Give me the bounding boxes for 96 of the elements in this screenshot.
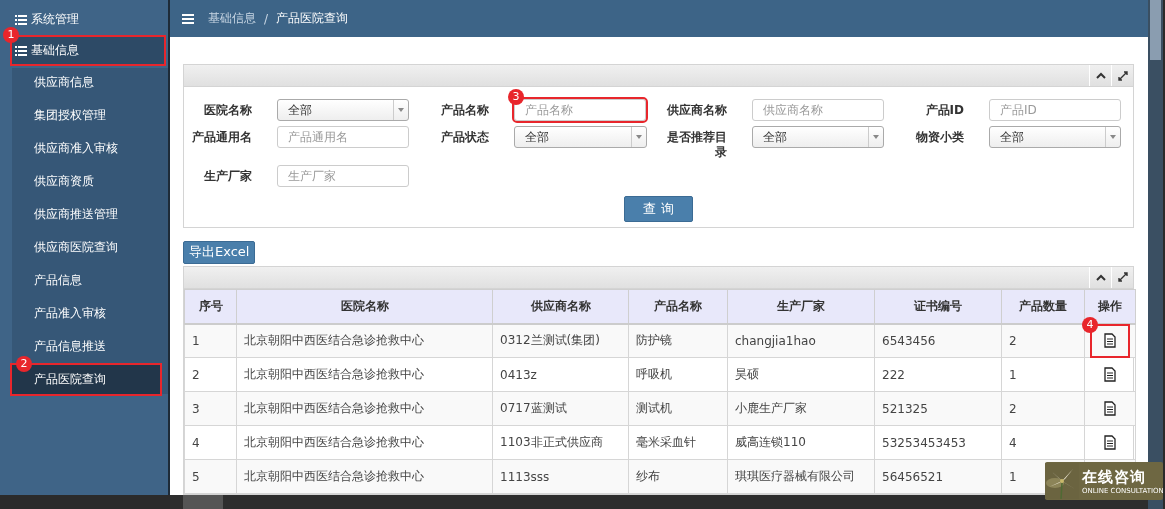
field-label: 产品名称 [440,102,490,118]
input-field[interactable]: 产品名称 [514,99,646,121]
caret-icon [398,108,404,112]
field-label: 生产厂家 [203,168,253,184]
menu-item[interactable]: 供应商准入审核 [12,134,160,163]
table-cell: 昊硕 [727,357,875,392]
table-cell: 0312兰测试(集团) [492,323,629,358]
table-cell: 毫米采血针 [628,425,728,460]
column-header: 序号 [184,289,237,324]
field-label: 产品通用名 [191,129,253,145]
input-field[interactable]: 产品通用名 [277,126,409,148]
table-cell: 威高连锁110 [727,425,875,460]
menu-group-label: 系统管理 [31,11,79,28]
menu-item[interactable]: 产品信息 [12,266,160,295]
table-cell: 琪琪医疗器械有限公司 [727,459,875,494]
document-icon [1104,435,1116,450]
chat-title: 在线咨询 [1082,467,1147,487]
table-cell: 0413z [492,357,629,392]
table-cell: 北京朝阳中西医结合急诊抢救中心 [236,323,493,358]
table-cell: 小鹿生产厂家 [727,391,875,426]
table-cell: 53253453453 [874,425,1002,460]
table-cell: 4 [184,425,237,460]
menu-item[interactable]: 供应商推送管理 [12,200,160,229]
breadcrumb-item[interactable]: 基础信息 [208,10,256,27]
expand-icon [1117,272,1128,282]
column-header: 生产厂家 [727,289,875,324]
select-field[interactable]: 全部 [989,126,1121,148]
breadcrumb-separator: / [264,11,269,26]
column-header: 产品名称 [628,289,728,324]
table-cell: 北京朝阳中西医结合急诊抢救中心 [236,459,493,494]
menu-item[interactable]: 供应商医院查询 [12,233,160,262]
caret-icon [636,135,642,139]
table-cell: 北京朝阳中西医结合急诊抢救中心 [236,391,493,426]
field-label: 产品状态 [440,129,490,145]
chevron-up-icon [1095,273,1106,281]
table-cell: 6543456 [874,323,1002,358]
select-field[interactable]: 全部 [752,126,884,148]
column-header: 证书编号 [874,289,1002,324]
table-cell: 1113sss [492,459,629,494]
callout-badge: 1 [3,27,19,43]
callout-badge: 3 [508,89,524,105]
table-cell: 521325 [874,391,1002,426]
table-cell: 北京朝阳中西医结合急诊抢救中心 [236,425,493,460]
callout-badge: 2 [16,356,32,372]
field-label: 产品ID [924,102,965,118]
document-icon [1104,333,1116,349]
query-button[interactable]: 查 询 [624,196,693,222]
input-field[interactable]: 产品ID [989,99,1121,121]
menu-icon[interactable] [182,13,194,24]
table-cell: 56456521 [874,459,1002,494]
table-cell: 1 [184,323,237,358]
table-cell: 1103非正式供应商 [492,425,629,460]
input-field[interactable]: 供应商名称 [752,99,884,121]
breadcrumb-item: 产品医院查询 [276,10,349,27]
list-icon [15,45,27,56]
export-button[interactable]: 导出Excel [183,241,256,264]
select-field[interactable]: 全部 [277,99,409,121]
chevron-up-icon [1095,72,1106,79]
table-cell: changjia1hao [727,323,875,358]
scrollbar[interactable] [170,495,1148,509]
table-cell: 4 [1001,425,1085,460]
table-cell: 纱布 [628,459,728,494]
menu-item[interactable]: 产品准入审核 [12,299,160,328]
table-cell: 防护镜 [628,323,728,358]
table-cell: 北京朝阳中西医结合急诊抢救中心 [236,357,493,392]
field-label: 是否推荐目录 [666,129,728,160]
table-cell: 测试机 [628,391,728,426]
column-header: 产品数量 [1001,289,1085,324]
table-cell: 2 [1001,391,1085,426]
field-label: 物资小类 [915,129,965,145]
document-icon [1104,367,1116,382]
menu-item[interactable]: 供应商信息 [12,68,160,97]
table-cell: 0717蓝测试 [492,391,629,426]
document-icon [1104,401,1116,416]
table-cell: 2 [184,357,237,392]
caret-icon [873,135,879,139]
menu-item[interactable]: 集团授权管理 [12,101,160,130]
column-header: 供应商名称 [492,289,629,324]
field-label: 供应商名称 [666,102,728,118]
menu-item[interactable]: 供应商资质 [12,167,160,196]
caret-icon [1110,135,1116,139]
input-field[interactable]: 生产厂家 [277,165,409,187]
table-cell: 1 [1001,357,1085,392]
select-field[interactable]: 全部 [514,126,647,148]
detail-button[interactable] [1092,325,1128,356]
table-cell: 222 [874,357,1002,392]
menu-group-label: 基础信息 [31,42,79,59]
table-cell: 2 [1001,323,1085,358]
table-cell: 5 [184,459,237,494]
expand-icon [1117,70,1128,81]
column-header: 医院名称 [236,289,493,324]
menu-group[interactable]: 基础信息 [12,37,164,64]
field-label: 医院名称 [203,102,253,118]
table-cell: 呼吸机 [628,357,728,392]
list-icon [15,14,27,25]
table-cell: 3 [184,391,237,426]
